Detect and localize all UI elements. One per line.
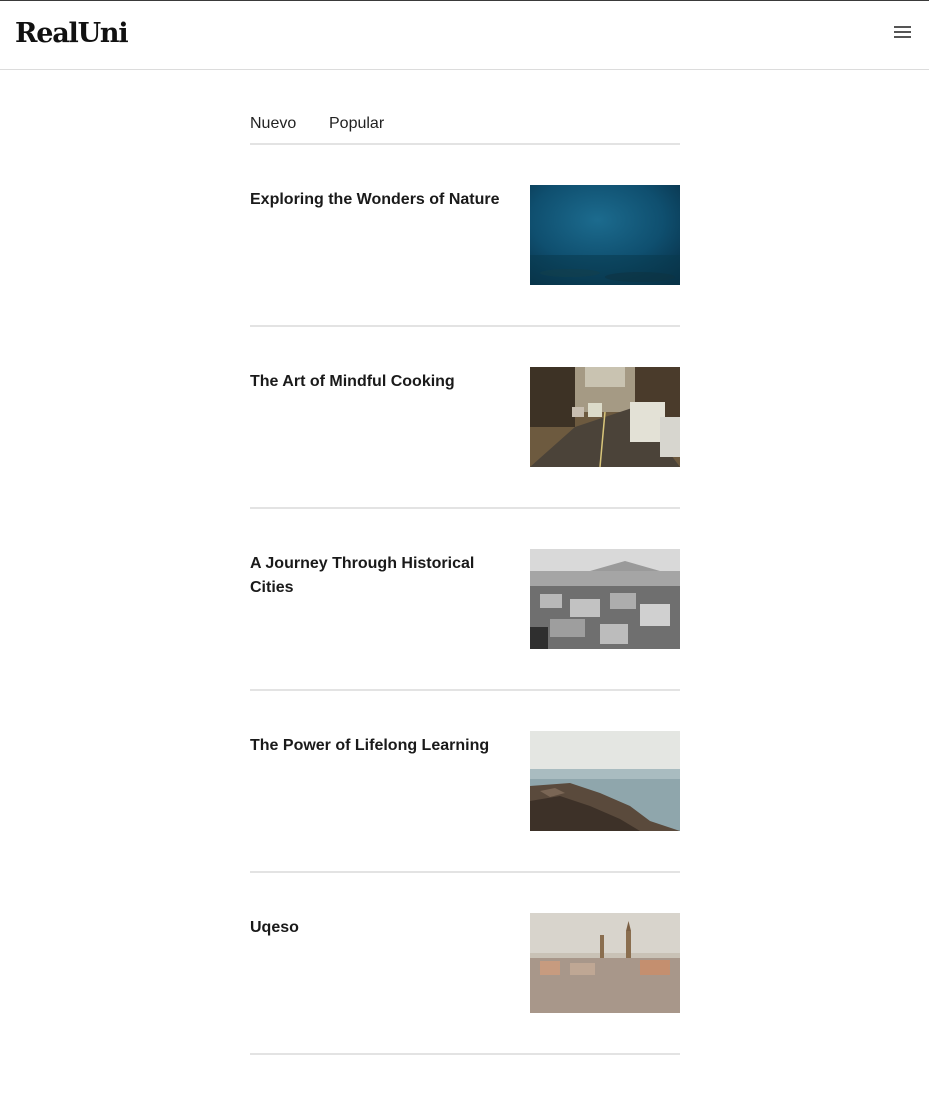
article-thumbnail-skyline[interactable] — [530, 913, 680, 1013]
article-divider — [250, 1053, 680, 1055]
article-title[interactable]: The Art of Mindful Cooking — [250, 370, 510, 394]
article-divider — [250, 325, 680, 327]
article-title[interactable]: Exploring the Wonders of Nature — [250, 188, 510, 212]
article-item[interactable]: A Journey Through Historical Cities — [250, 549, 680, 731]
article-item[interactable]: Exploring the Wonders of Nature — [250, 185, 680, 367]
article-title[interactable]: Uqeso — [250, 916, 510, 940]
article-divider — [250, 689, 680, 691]
article-thumbnail-street[interactable] — [530, 367, 680, 467]
site-header: RealUni — [0, 1, 929, 70]
article-item[interactable]: The Power of Lifelong Learning — [250, 731, 680, 913]
menu-line — [894, 36, 911, 38]
hamburger-menu-icon[interactable] — [891, 24, 915, 42]
article-tabs: Nuevo Popular — [250, 112, 680, 145]
article-title[interactable]: A Journey Through Historical Cities — [250, 552, 510, 600]
article-thumbnail-seashore[interactable] — [530, 731, 680, 831]
article-item[interactable]: Uqeso — [250, 913, 680, 1095]
article-item[interactable]: The Art of Mindful Cooking — [250, 367, 680, 549]
article-thumbnail-underwater[interactable] — [530, 185, 680, 285]
tab-popular[interactable]: Popular — [329, 115, 384, 133]
article-thumbnail-historic-city[interactable] — [530, 549, 680, 649]
menu-line — [894, 26, 911, 28]
tab-nuevo[interactable]: Nuevo — [250, 115, 296, 133]
article-divider — [250, 507, 680, 509]
site-logo[interactable]: RealUni — [15, 17, 129, 51]
menu-line — [894, 31, 911, 33]
article-divider — [250, 871, 680, 873]
article-title[interactable]: The Power of Lifelong Learning — [250, 734, 510, 758]
